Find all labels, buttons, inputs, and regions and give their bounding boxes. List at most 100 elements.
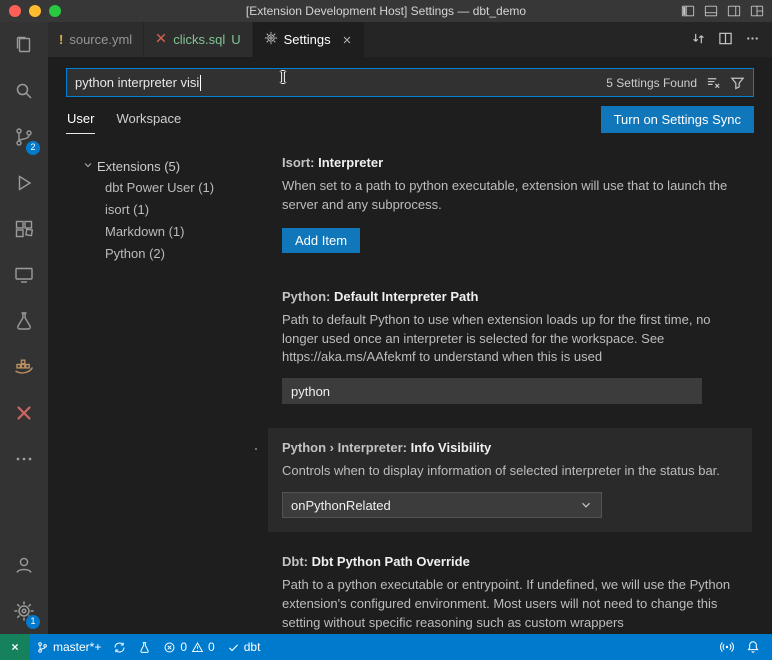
- git-sync-icon[interactable]: [107, 634, 132, 660]
- settings-search-input[interactable]: python interpreter visi 5 Settings Found: [66, 68, 754, 97]
- add-item-button[interactable]: Add Item: [282, 227, 361, 253]
- extension-x-icon[interactable]: [0, 390, 48, 436]
- setting-name: Default Interpreter Path: [334, 288, 479, 304]
- extension-docker-icon[interactable]: [0, 344, 48, 390]
- setting-description: Path to default Python to use when exten…: [282, 311, 711, 365]
- setting-name: Dbt Python Path Override: [311, 554, 470, 570]
- toc-dbt-power-user[interactable]: dbt Power User (1): [48, 177, 255, 199]
- setting-title: Dbt: Dbt Python Path Override: [282, 554, 738, 569]
- editor-tab-bar: ! source.yml clicks.sql U Settings: [48, 22, 772, 57]
- close-tab-icon[interactable]: [341, 34, 353, 46]
- scope-tab-user[interactable]: User: [66, 104, 96, 134]
- open-changes-icon[interactable]: [691, 31, 706, 49]
- toc-isort[interactable]: isort (1): [48, 199, 255, 221]
- minimize-window-button[interactable]: [29, 5, 41, 17]
- filter-icon[interactable]: [730, 75, 745, 90]
- warning-count: 0: [208, 640, 215, 654]
- tab-source-yml[interactable]: ! source.yml: [48, 22, 145, 57]
- dbt-status[interactable]: dbt: [221, 634, 267, 660]
- setting-python-default-interpreter-path: Python: Default Interpreter Path Path to…: [268, 277, 752, 419]
- chevron-down-icon: [82, 159, 94, 174]
- select-value: onPythonRelated: [291, 497, 391, 513]
- editor-layout-icon[interactable]: [750, 4, 764, 18]
- setting-category: Dbt:: [282, 554, 308, 570]
- manage-gear-icon[interactable]: 1: [0, 588, 48, 634]
- account-icon[interactable]: [0, 542, 48, 588]
- toggle-panel-left-icon[interactable]: [681, 4, 695, 18]
- setting-python-interpreter-info-visibility: Python › Interpreter: Info Visibility Co…: [255, 428, 752, 533]
- toc-markdown[interactable]: Markdown (1): [48, 221, 255, 243]
- setting-title: Isort: Interpreter: [282, 155, 738, 170]
- toc-extensions[interactable]: Extensions (5): [48, 155, 255, 177]
- toc-python[interactable]: Python (2): [48, 243, 255, 265]
- default-interpreter-path-input[interactable]: [282, 378, 702, 405]
- editor-actions: [679, 22, 772, 57]
- sql-file-icon: [155, 32, 167, 47]
- error-icon: [163, 641, 176, 654]
- git-branch-label: master*+: [53, 640, 102, 654]
- activity-bar: 2 1: [0, 22, 48, 634]
- status-beaker-icon[interactable]: [132, 634, 157, 660]
- tab-label: Settings: [283, 32, 331, 47]
- broadcast-icon[interactable]: [714, 634, 740, 660]
- search-icon[interactable]: [0, 68, 48, 114]
- run-and-debug-icon[interactable]: [0, 160, 48, 206]
- window-title: [Extension Development Host] Settings — …: [245, 4, 527, 18]
- split-editor-icon[interactable]: [718, 31, 733, 49]
- settings-scope-row: User Workspace Turn on Settings Sync: [48, 101, 772, 137]
- clear-search-results-icon[interactable]: [706, 75, 721, 90]
- setting-name: Info Visibility: [410, 440, 492, 456]
- search-query-text: python interpreter visi: [75, 75, 200, 90]
- remote-explorer-icon[interactable]: [0, 252, 48, 298]
- status-bar: master*+ 0 0 dbt: [0, 634, 772, 660]
- setting-category: Python › Interpreter:: [282, 440, 407, 456]
- results-count: 5 Settings Found: [606, 75, 697, 90]
- zoom-window-button[interactable]: [49, 5, 61, 17]
- yaml-warning-file-icon: !: [59, 32, 64, 47]
- tab-clicks-sql[interactable]: clicks.sql U: [144, 22, 253, 57]
- source-control-icon[interactable]: 2: [0, 114, 48, 160]
- vscode-window: [Extension Development Host] Settings — …: [0, 0, 772, 660]
- manage-badge: 1: [26, 615, 40, 629]
- titlebar-layout-controls: [681, 0, 764, 22]
- setting-name: Interpreter: [318, 155, 384, 170]
- status-bar-right: [714, 634, 772, 660]
- setting-description: When set to a path to python executable,…: [282, 178, 728, 212]
- turn-on-settings-sync-button[interactable]: Turn on Settings Sync: [600, 105, 754, 133]
- more-actions-icon[interactable]: [745, 31, 760, 49]
- setting-category: Python:: [282, 288, 331, 304]
- settings-search-row: python interpreter visi 5 Settings Found…: [48, 57, 772, 101]
- setting-edit-gear-icon[interactable]: [255, 441, 258, 460]
- check-icon: [227, 641, 240, 654]
- tab-settings[interactable]: Settings: [252, 22, 365, 57]
- settings-list: Isort: Interpreter When set to a path to…: [255, 137, 772, 634]
- setting-isort-interpreter: Isort: Interpreter When set to a path to…: [268, 143, 752, 267]
- window-controls: [9, 5, 61, 17]
- setting-dbt-python-path-override: Dbt: Dbt Python Path Override Path to a …: [268, 542, 752, 634]
- settings-gear-icon: [264, 31, 278, 48]
- toggle-panel-right-icon[interactable]: [727, 4, 741, 18]
- git-branch-status[interactable]: master*+: [30, 634, 107, 660]
- setting-description: Controls when to display information of …: [282, 463, 720, 479]
- source-control-badge: 2: [26, 141, 40, 155]
- problems-status[interactable]: 0 0: [157, 634, 220, 660]
- more-views-icon[interactable]: [0, 436, 48, 482]
- setting-title: Python › Interpreter: Info Visibility: [282, 440, 738, 455]
- extensions-icon[interactable]: [0, 206, 48, 252]
- dbt-label: dbt: [243, 640, 261, 654]
- toggle-panel-bottom-icon[interactable]: [704, 4, 718, 18]
- info-visibility-select[interactable]: onPythonRelated: [282, 492, 602, 519]
- scope-tab-workspace[interactable]: Workspace: [115, 104, 182, 134]
- toc-root-label: Extensions (5): [97, 158, 181, 174]
- notifications-bell-icon[interactable]: [740, 634, 766, 660]
- close-window-button[interactable]: [9, 5, 21, 17]
- git-untracked-badge: U: [231, 32, 241, 47]
- settings-editor: python interpreter visi 5 Settings Found…: [48, 57, 772, 634]
- remote-indicator[interactable]: [0, 634, 30, 660]
- setting-description: Path to a python executable or entrypoin…: [282, 577, 731, 630]
- testing-icon[interactable]: [0, 298, 48, 344]
- explorer-icon[interactable]: [0, 22, 48, 68]
- text-caret: [200, 74, 202, 91]
- titlebar: [Extension Development Host] Settings — …: [0, 0, 772, 22]
- setting-title: Python: Default Interpreter Path: [282, 289, 738, 304]
